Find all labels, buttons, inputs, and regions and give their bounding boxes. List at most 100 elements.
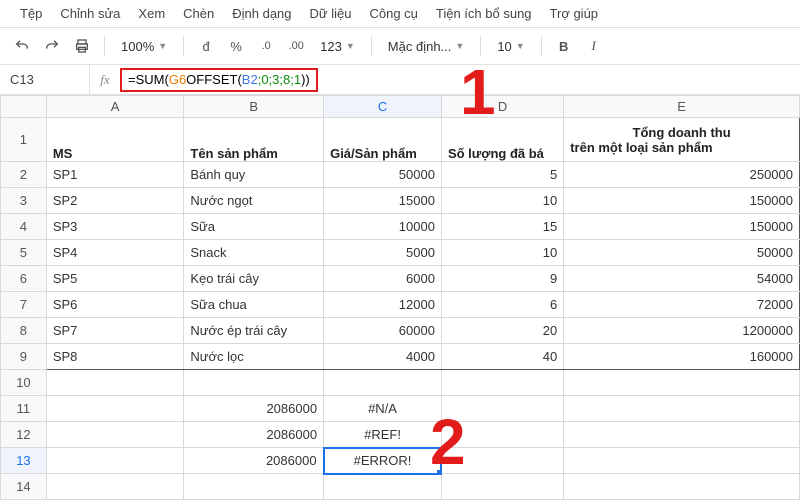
row-header[interactable]: 8 bbox=[1, 318, 47, 344]
cell[interactable]: 54000 bbox=[564, 266, 800, 292]
cell[interactable] bbox=[46, 474, 184, 500]
undo-button[interactable] bbox=[10, 34, 34, 58]
cell[interactable]: #N/A bbox=[324, 396, 442, 422]
cell[interactable]: Sữa bbox=[184, 214, 324, 240]
cell[interactable]: 150000 bbox=[564, 188, 800, 214]
cell[interactable] bbox=[564, 370, 800, 396]
cell[interactable]: 15000 bbox=[324, 188, 442, 214]
cell[interactable] bbox=[46, 370, 184, 396]
cell[interactable]: 50000 bbox=[324, 162, 442, 188]
cell[interactable]: SP3 bbox=[46, 214, 184, 240]
zoom-dropdown[interactable]: 100%▼ bbox=[115, 39, 173, 54]
cell[interactable]: Kẹo trái cây bbox=[184, 266, 324, 292]
cell[interactable]: 5 bbox=[441, 162, 563, 188]
italic-button[interactable]: I bbox=[582, 34, 606, 58]
cell[interactable]: 40 bbox=[441, 344, 563, 370]
cell[interactable] bbox=[564, 396, 800, 422]
cell[interactable] bbox=[184, 370, 324, 396]
number-format-dropdown[interactable]: 123▼ bbox=[314, 39, 361, 54]
cell[interactable] bbox=[184, 474, 324, 500]
cell[interactable]: SP1 bbox=[46, 162, 184, 188]
cell[interactable]: 150000 bbox=[564, 214, 800, 240]
row-header[interactable]: 5 bbox=[1, 240, 47, 266]
menu-tools[interactable]: Công cụ bbox=[369, 6, 417, 21]
cell[interactable]: 10 bbox=[441, 240, 563, 266]
cell[interactable] bbox=[441, 396, 563, 422]
cell[interactable]: 10 bbox=[441, 188, 563, 214]
cell[interactable]: Sữa chua bbox=[184, 292, 324, 318]
cell[interactable] bbox=[441, 448, 563, 474]
cell[interactable]: Nước ngọt bbox=[184, 188, 324, 214]
cell[interactable]: 9 bbox=[441, 266, 563, 292]
row-header[interactable]: 7 bbox=[1, 292, 47, 318]
font-size-dropdown[interactable]: 10▼ bbox=[491, 39, 530, 54]
cell[interactable]: SP6 bbox=[46, 292, 184, 318]
cell[interactable]: SP2 bbox=[46, 188, 184, 214]
cell[interactable]: SP5 bbox=[46, 266, 184, 292]
cell[interactable] bbox=[46, 448, 184, 474]
cell[interactable]: 6000 bbox=[324, 266, 442, 292]
menu-addons[interactable]: Tiện ích bổ sung bbox=[436, 6, 532, 21]
col-header-c[interactable]: C bbox=[324, 96, 442, 118]
cell[interactable]: Snack bbox=[184, 240, 324, 266]
dec-less-button[interactable]: .0 bbox=[254, 34, 278, 58]
cell[interactable] bbox=[564, 448, 800, 474]
cell[interactable]: 2086000 bbox=[184, 396, 324, 422]
row-header[interactable]: 13 bbox=[1, 448, 47, 474]
menu-view[interactable]: Xem bbox=[138, 6, 165, 21]
cell[interactable] bbox=[441, 474, 563, 500]
cell[interactable]: Số lượng đã bá bbox=[441, 118, 563, 162]
row-header[interactable]: 2 bbox=[1, 162, 47, 188]
cell[interactable] bbox=[46, 422, 184, 448]
cell[interactable]: 60000 bbox=[324, 318, 442, 344]
cell[interactable] bbox=[564, 474, 800, 500]
menu-file[interactable]: Tệp bbox=[20, 6, 42, 21]
cell[interactable]: Giá/Sản phẩm bbox=[324, 118, 442, 162]
cell[interactable] bbox=[46, 396, 184, 422]
cell[interactable]: SP7 bbox=[46, 318, 184, 344]
row-header-14[interactable]: 14 bbox=[1, 474, 47, 500]
cell[interactable]: 4000 bbox=[324, 344, 442, 370]
cell[interactable]: 20 bbox=[441, 318, 563, 344]
cell[interactable]: SP8 bbox=[46, 344, 184, 370]
row-header[interactable]: 9 bbox=[1, 344, 47, 370]
name-box[interactable]: C13 bbox=[0, 65, 90, 94]
formula-input[interactable]: =SUM(G6 OFFSET(B2;0;3;8;1)) bbox=[120, 68, 318, 92]
cell[interactable]: MS bbox=[46, 118, 184, 162]
cell[interactable]: 50000 bbox=[564, 240, 800, 266]
cell[interactable]: 12000 bbox=[324, 292, 442, 318]
cell[interactable]: 1200000 bbox=[564, 318, 800, 344]
menu-insert[interactable]: Chèn bbox=[183, 6, 214, 21]
cell[interactable]: Nước lọc bbox=[184, 344, 324, 370]
cell[interactable]: #REF! bbox=[324, 422, 442, 448]
cell[interactable]: 2086000 bbox=[184, 422, 324, 448]
percent-button[interactable]: % bbox=[224, 34, 248, 58]
currency-button[interactable]: đ bbox=[194, 34, 218, 58]
cell[interactable]: 72000 bbox=[564, 292, 800, 318]
cell[interactable] bbox=[324, 370, 442, 396]
cell[interactable]: Tổng doanh thu trên một loại sản phẩm bbox=[564, 118, 800, 162]
cell[interactable]: 250000 bbox=[564, 162, 800, 188]
row-header[interactable]: 12 bbox=[1, 422, 47, 448]
cell[interactable]: Bánh quy bbox=[184, 162, 324, 188]
cell[interactable]: 15 bbox=[441, 214, 563, 240]
select-all-corner[interactable] bbox=[1, 96, 47, 118]
print-button[interactable] bbox=[70, 34, 94, 58]
cell[interactable]: SP4 bbox=[46, 240, 184, 266]
col-header-b[interactable]: B bbox=[184, 96, 324, 118]
cell[interactable]: 5000 bbox=[324, 240, 442, 266]
cell[interactable]: 10000 bbox=[324, 214, 442, 240]
col-header-a[interactable]: A bbox=[46, 96, 184, 118]
menu-data[interactable]: Dữ liệu bbox=[310, 6, 352, 21]
cell[interactable]: Tên sản phẩm bbox=[184, 118, 324, 162]
bold-button[interactable]: B bbox=[552, 34, 576, 58]
row-header[interactable]: 3 bbox=[1, 188, 47, 214]
cell[interactable] bbox=[441, 370, 563, 396]
row-header[interactable]: 6 bbox=[1, 266, 47, 292]
cell-active[interactable]: #ERROR! bbox=[324, 448, 442, 474]
menu-format[interactable]: Định dạng bbox=[232, 6, 291, 21]
row-header-10[interactable]: 10 bbox=[1, 370, 47, 396]
cell[interactable] bbox=[564, 422, 800, 448]
dec-more-button[interactable]: .00 bbox=[284, 34, 308, 58]
menu-help[interactable]: Trợ giúp bbox=[550, 6, 599, 21]
